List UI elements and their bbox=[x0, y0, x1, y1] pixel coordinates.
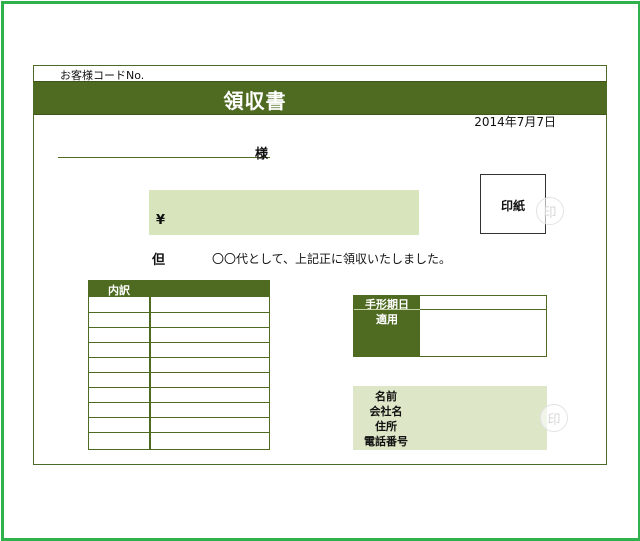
revenue-stamp-box: 印紙 bbox=[480, 174, 546, 234]
breakdown-column-divider bbox=[149, 281, 151, 449]
currency-symbol: ¥ bbox=[156, 213, 166, 228]
bill-info-box: 手形期日 適用 bbox=[353, 295, 547, 357]
receipt-title: 領収書 bbox=[223, 89, 287, 113]
seal-icon: 印 bbox=[536, 197, 564, 225]
issue-date: 2014年7月7日 bbox=[474, 115, 556, 129]
seal-icon: 印 bbox=[540, 404, 568, 432]
issuer-info-box: 名前 会社名 住所 電話番号 bbox=[353, 386, 547, 450]
table-row[interactable] bbox=[89, 417, 269, 418]
table-row[interactable] bbox=[89, 342, 269, 343]
issuer-company-label: 会社名 bbox=[369, 405, 403, 418]
proviso-label: 但 bbox=[152, 253, 166, 268]
breakdown-table: 内訳 bbox=[88, 280, 270, 450]
table-row[interactable] bbox=[89, 357, 269, 358]
table-row[interactable] bbox=[89, 387, 269, 388]
table-row[interactable] bbox=[89, 327, 269, 328]
issuer-address-label: 住所 bbox=[375, 420, 397, 433]
table-row[interactable] bbox=[89, 432, 269, 433]
table-row[interactable] bbox=[89, 372, 269, 373]
issuer-phone-label: 電話番号 bbox=[364, 435, 408, 448]
receipt-form: お客様コードNo. 領収書 2014年7月7日 様 ¥ 印紙 印 但 〇〇代とし… bbox=[33, 65, 607, 465]
amount-field[interactable]: ¥ bbox=[149, 190, 419, 235]
proviso-text: 〇〇代として、上記正に領収いたしました。 bbox=[212, 252, 452, 266]
remarks-label: 適用 bbox=[376, 313, 398, 326]
table-row[interactable] bbox=[89, 312, 269, 313]
title-bar: 領収書 bbox=[34, 81, 606, 115]
issuer-name-label: 名前 bbox=[375, 390, 397, 403]
addressee-suffix: 様 bbox=[255, 147, 269, 162]
breakdown-header: 内訳 bbox=[89, 281, 269, 297]
addressee-field[interactable] bbox=[58, 157, 270, 158]
table-row[interactable] bbox=[89, 402, 269, 403]
breakdown-header-label: 内訳 bbox=[108, 284, 130, 297]
bill-label-divider bbox=[354, 309, 420, 310]
